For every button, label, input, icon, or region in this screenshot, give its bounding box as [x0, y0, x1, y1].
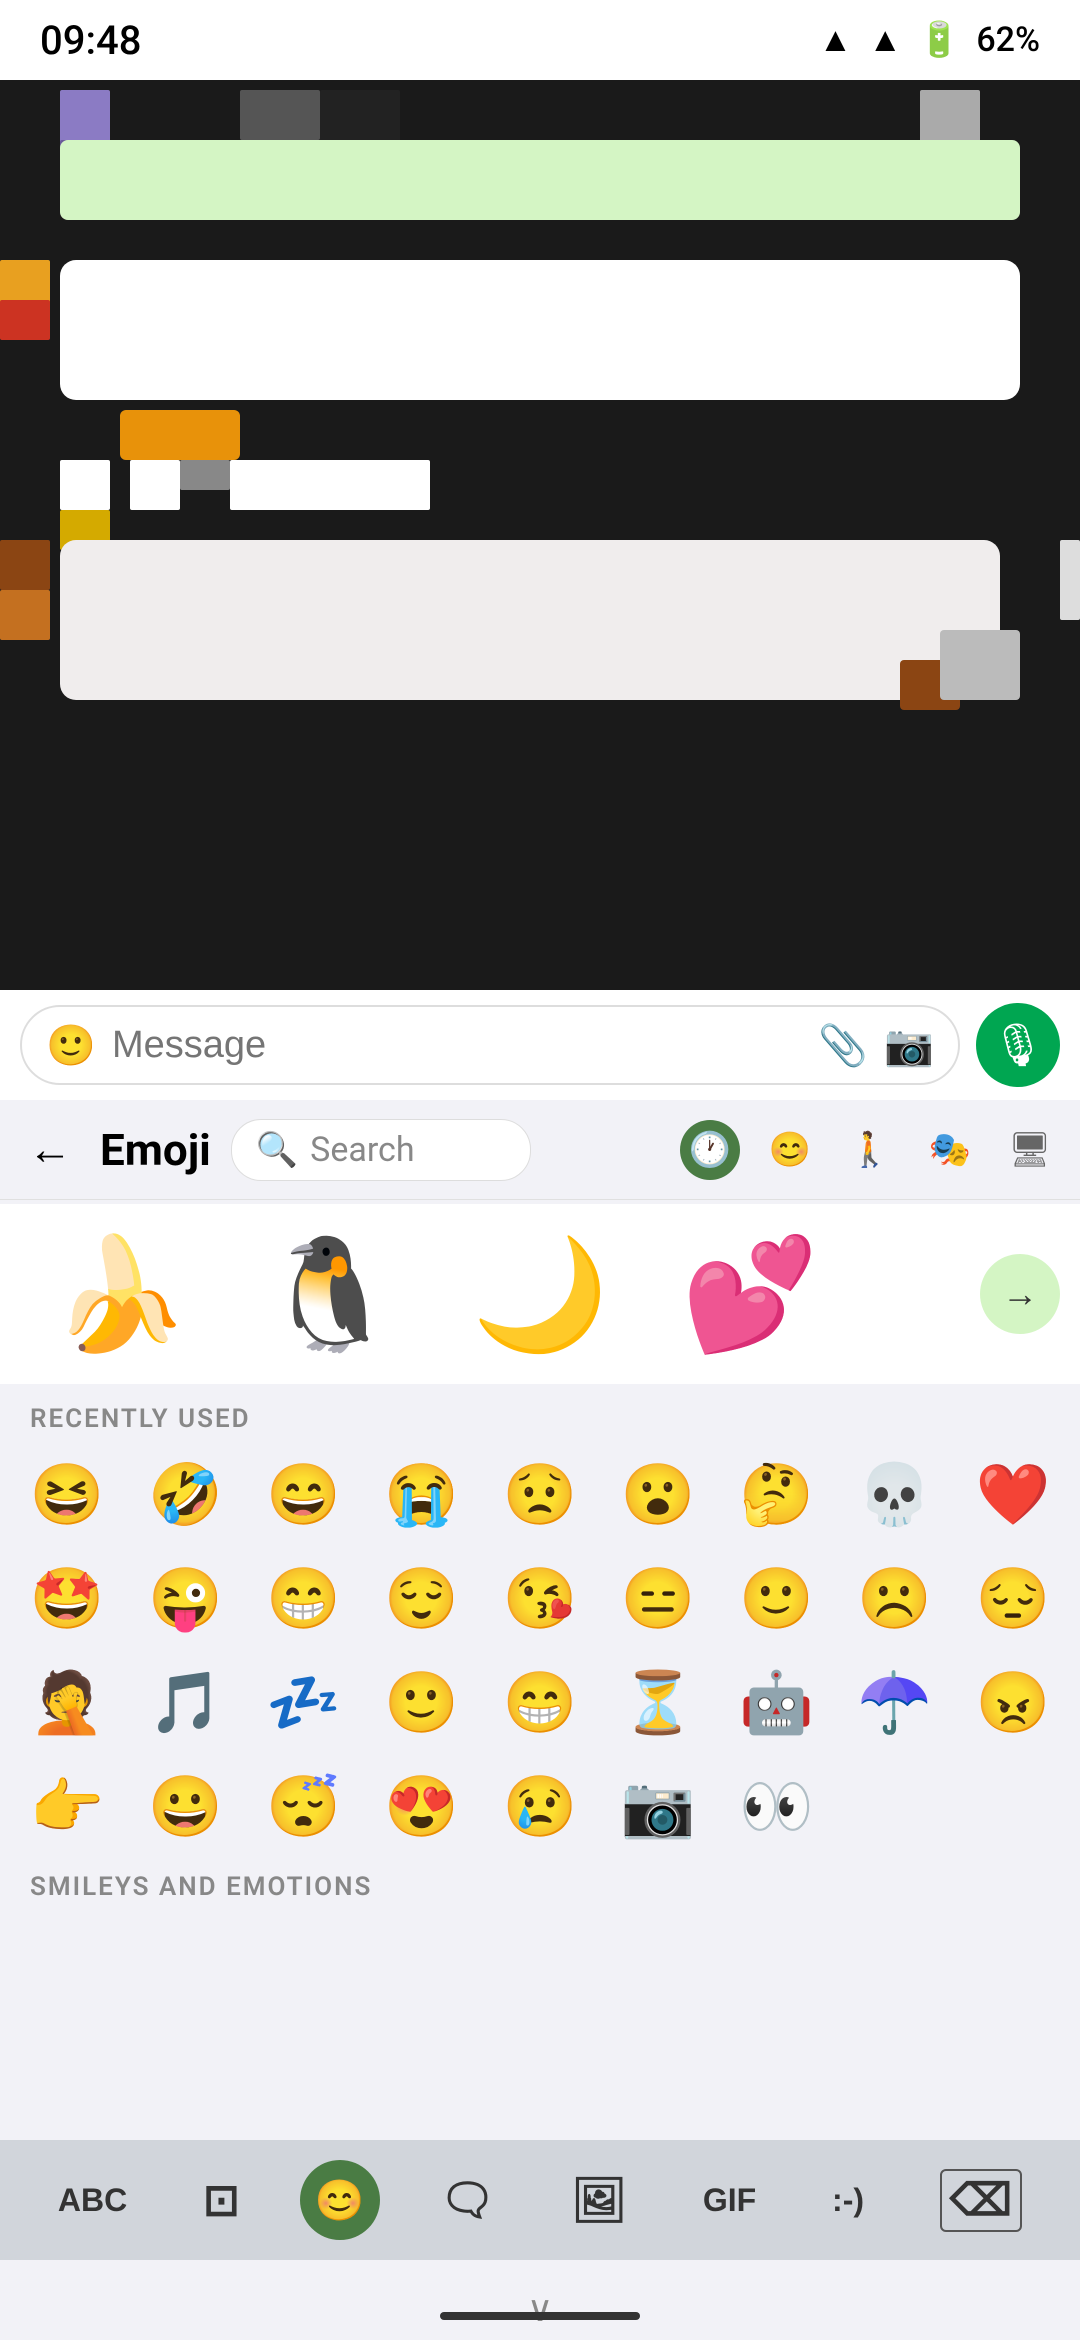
search-icon: 🔍: [256, 1130, 298, 1170]
emoji-heart[interactable]: ❤️: [956, 1444, 1070, 1544]
emoji-laughing[interactable]: 😆: [10, 1444, 124, 1544]
camera-button[interactable]: 📷: [884, 1020, 934, 1070]
gray-block: [940, 630, 1020, 700]
category-activities[interactable]: 🎭: [920, 1120, 980, 1180]
chevron-down-icon[interactable]: ∨: [527, 2288, 553, 2330]
status-icons: ▲ ▲ 🔋 62%: [819, 20, 1040, 60]
emoji-zzz[interactable]: 💤: [246, 1652, 360, 1752]
message-input-container[interactable]: 🙂 📎 📷: [20, 1005, 960, 1085]
emoji-crying[interactable]: 😭: [365, 1444, 479, 1544]
home-indicator: [440, 2312, 640, 2320]
next-arrow[interactable]: →: [980, 1254, 1060, 1334]
green-message-bar: [60, 140, 1020, 220]
battery-text: 62%: [976, 20, 1040, 60]
delete-button[interactable]: ⌫: [924, 2160, 1038, 2240]
smileys-label: SMILEYS AND EMOTIONS: [0, 1856, 1080, 1902]
emoji-point-right[interactable]: 👉: [10, 1756, 124, 1856]
signal-icon: ▲: [868, 20, 902, 60]
emoji-music[interactable]: 🎵: [128, 1652, 242, 1752]
featured-emoji-2[interactable]: 🐧: [230, 1214, 430, 1374]
gif-button[interactable]: GIF: [687, 2160, 772, 2240]
emoji-camera[interactable]: 📷: [601, 1756, 715, 1856]
emoji-sleeping[interactable]: 😴: [246, 1756, 360, 1856]
emoji-grinning2[interactable]: 😁: [483, 1652, 597, 1752]
text-emoticon-button[interactable]: :-): [816, 2160, 880, 2240]
emoji-winking-tongue[interactable]: 😜: [128, 1548, 242, 1648]
message-bar: 🙂 📎 📷 🎙: [0, 990, 1080, 1100]
emoji-grin[interactable]: 😁: [246, 1548, 360, 1648]
recently-used-label: RECENTLY USED: [0, 1384, 1080, 1444]
emoji-pensive[interactable]: 😔: [956, 1548, 1070, 1648]
keyboard-toolbar: ABC ⊡ 😊 🗨 🖼 GIF :-) ⌫: [0, 2140, 1080, 2260]
emoji-search-box[interactable]: 🔍 Search: [231, 1119, 531, 1181]
category-recent[interactable]: 🕐: [680, 1120, 740, 1180]
emoji-facepalm[interactable]: 🤦: [10, 1652, 124, 1752]
featured-emoji-3[interactable]: 🌙: [440, 1214, 640, 1374]
emoji-frown[interactable]: ☹️: [838, 1548, 952, 1648]
back-button[interactable]: ←: [20, 1120, 80, 1180]
clipboard-button[interactable]: ⊡: [187, 2160, 256, 2240]
featured-emoji-row: 🍌 🐧 🌙 💕 →: [0, 1204, 1080, 1384]
emoji-smile[interactable]: 🙂: [365, 1652, 479, 1752]
emoji-eyes[interactable]: 👀: [719, 1756, 833, 1856]
emoji-angry[interactable]: 😠: [956, 1652, 1070, 1752]
emoji-thinking[interactable]: 🤔: [719, 1444, 833, 1544]
featured-emoji-1[interactable]: 🍌: [20, 1214, 220, 1374]
category-people[interactable]: 🚶: [840, 1120, 900, 1180]
orange-block: [120, 410, 240, 460]
chat-bubble-3: [60, 540, 1000, 700]
emoji-grinning[interactable]: 😄: [246, 1444, 360, 1544]
message-input[interactable]: [112, 1024, 802, 1067]
emoji-categories: 🕐 😊 🚶 🎭 🖥: [680, 1120, 1060, 1180]
clipboard-icon: ⊡: [203, 2175, 240, 2226]
emoji-star-eyes[interactable]: 🤩: [10, 1548, 124, 1648]
emoji-keyboard: ← Emoji 🔍 Search 🕐 😊 🚶 🎭 🖥 🍌 🐧 🌙 💕 → REC…: [0, 1100, 1080, 2340]
status-bar: 09:48 ▲ ▲ 🔋 62%: [0, 0, 1080, 80]
emoji-cry[interactable]: 😢: [483, 1756, 597, 1856]
category-objects[interactable]: 🖥: [1000, 1120, 1060, 1180]
emoji-surprised[interactable]: 😮: [601, 1444, 715, 1544]
sticker-button[interactable]: 🗨: [424, 2160, 512, 2240]
sticker-icon: 🗨: [440, 2174, 496, 2226]
chat-bubble-1: [60, 260, 1020, 400]
featured-emoji-4[interactable]: 💕: [650, 1214, 850, 1374]
emoji-keyboard-button[interactable]: 😊: [300, 2160, 380, 2240]
status-time: 09:48: [40, 17, 141, 64]
emoji-header: ← Emoji 🔍 Search 🕐 😊 🚶 🎭 🖥: [0, 1100, 1080, 1200]
emoji-umbrella[interactable]: ☂️: [838, 1652, 952, 1752]
attach-button[interactable]: 📎: [818, 1020, 868, 1070]
emoji-button[interactable]: 🙂: [46, 1020, 96, 1070]
mic-button[interactable]: 🎙: [976, 1003, 1060, 1087]
battery-icon: 🔋: [918, 20, 960, 60]
wifi-icon: ▲: [819, 20, 853, 60]
emoji-relieved[interactable]: 😌: [365, 1548, 479, 1648]
search-placeholder: Search: [310, 1130, 414, 1170]
emoji-worried[interactable]: 😟: [483, 1444, 597, 1544]
delete-icon: ⌫: [940, 2169, 1022, 2232]
emoji-robot[interactable]: 🤖: [719, 1652, 833, 1752]
emoji-expressionless[interactable]: 😑: [601, 1548, 715, 1648]
emoji-smiley[interactable]: 😀: [128, 1756, 242, 1856]
recent-emoji-grid: 😆 🤣 😄 😭 😟 😮 🤔 💀 ❤️ 🤩 😜 😁 😌 😘 😑 🙂 ☹️ 😔 🤦 …: [0, 1444, 1080, 1856]
emoji-melting[interactable]: 🙂: [719, 1548, 833, 1648]
emoji-title: Emoji: [100, 1124, 211, 1176]
chat-area: [0, 80, 1080, 1000]
gif-sticker-button[interactable]: 🖼: [555, 2160, 643, 2240]
emoji-hourglass[interactable]: ⏳: [601, 1652, 715, 1752]
emoji-kiss[interactable]: 😘: [483, 1548, 597, 1648]
emoji-rofl[interactable]: 🤣: [128, 1444, 242, 1544]
emoji-heart-eyes[interactable]: 😍: [365, 1756, 479, 1856]
gif-sticker-icon: 🖼: [571, 2174, 627, 2226]
abc-button[interactable]: ABC: [42, 2160, 143, 2240]
category-smileys[interactable]: 😊: [760, 1120, 820, 1180]
emoji-skull[interactable]: 💀: [838, 1444, 952, 1544]
